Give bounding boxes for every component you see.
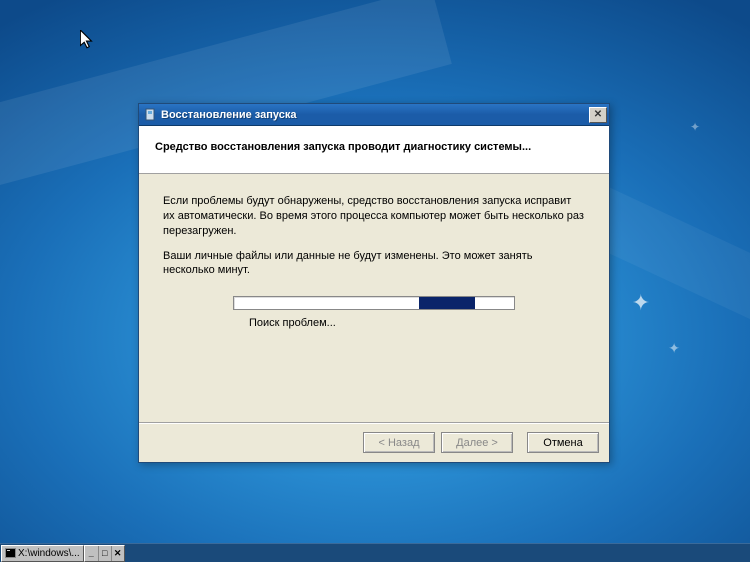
info-paragraph-2: Ваши личные файлы или данные не будут из… — [163, 249, 585, 279]
dialog-button-row: < Назад Далее > Отмена — [139, 422, 609, 462]
app-icon — [143, 108, 157, 122]
back-button[interactable]: < Назад — [363, 432, 435, 453]
dialog-header: Средство восстановления запуска проводит… — [139, 126, 609, 174]
info-paragraph-1: Если проблемы будут обнаружены, средство… — [163, 194, 585, 239]
titlebar[interactable]: Восстановление запуска ✕ — [139, 104, 609, 126]
minimize-icon: _ — [85, 546, 98, 561]
window-title: Восстановление запуска — [161, 109, 589, 121]
taskbar-item-cmd[interactable]: X:\windows\... — [1, 545, 84, 562]
wallpaper-sparkle: ✦ — [668, 340, 680, 357]
maximize-icon: □ — [98, 546, 111, 561]
progress-status-text: Поиск проблем... — [249, 316, 565, 331]
dialog-heading: Средство восстановления запуска проводит… — [155, 141, 593, 153]
next-button[interactable]: Далее > — [441, 432, 513, 453]
close-button[interactable]: ✕ — [589, 107, 607, 123]
wallpaper-sparkle: ✦ — [690, 120, 700, 134]
dialog-content: Если проблемы будут обнаружены, средство… — [139, 174, 609, 422]
wallpaper-sparkle: ✦ — [632, 290, 650, 316]
close-icon: ✕ — [594, 109, 602, 120]
cancel-button[interactable]: Отмена — [527, 432, 599, 453]
taskbar[interactable]: X:\windows\... _ □ ✕ — [0, 543, 750, 562]
desktop-background: ✦ ✦ ✦ Восстановление запуска ✕ Средство … — [0, 0, 750, 562]
close-icon: ✕ — [111, 546, 124, 561]
taskbar-window-controls[interactable]: _ □ ✕ — [84, 545, 125, 562]
progress-bar — [233, 296, 515, 310]
cmd-icon — [5, 548, 16, 558]
startup-repair-dialog: Восстановление запуска ✕ Средство восста… — [138, 103, 610, 463]
taskbar-item-label: X:\windows\... — [18, 548, 80, 559]
progress-indicator — [419, 297, 475, 309]
progress-section: Поиск проблем... — [183, 296, 565, 331]
